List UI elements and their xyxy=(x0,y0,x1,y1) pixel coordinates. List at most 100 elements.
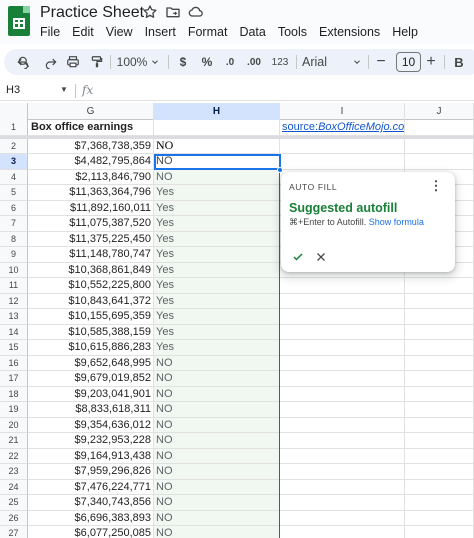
header-cell-g[interactable]: Box office earnings xyxy=(28,120,154,136)
cell-h[interactable]: NO xyxy=(154,154,280,170)
row-number[interactable]: 3 xyxy=(0,154,28,170)
row-number[interactable]: 10 xyxy=(0,262,28,278)
cell-g[interactable]: $7,959,296,826 xyxy=(28,464,154,480)
row-number[interactable]: 8 xyxy=(0,231,28,247)
font-chevron-down-icon[interactable] xyxy=(352,49,362,75)
print-icon[interactable] xyxy=(64,49,82,75)
increase-decimal-button[interactable]: .00 xyxy=(242,49,266,75)
cell-g[interactable]: $9,679,019,852 xyxy=(28,371,154,387)
cell-h[interactable]: NO xyxy=(154,479,280,495)
row-number[interactable]: 9 xyxy=(0,247,28,263)
cell-i[interactable] xyxy=(280,510,405,526)
cell-i[interactable] xyxy=(280,371,405,387)
cell-g[interactable]: $10,368,861,849 xyxy=(28,262,154,278)
cell-j[interactable] xyxy=(405,495,474,511)
row-number[interactable]: 25 xyxy=(0,495,28,511)
row-number[interactable]: 1 xyxy=(0,120,28,136)
cell-i[interactable] xyxy=(280,138,405,154)
cell-h[interactable]: Yes xyxy=(154,200,280,216)
cell-h[interactable]: Yes xyxy=(154,216,280,232)
cell-h[interactable]: Yes xyxy=(154,340,280,356)
number-format-button[interactable]: 123 xyxy=(270,49,290,75)
accept-autofill-button[interactable] xyxy=(289,248,307,266)
row-number[interactable]: 17 xyxy=(0,371,28,387)
font-family-select[interactable]: Arial xyxy=(302,49,336,75)
row-number[interactable]: 2 xyxy=(0,138,28,154)
row-number[interactable]: 4 xyxy=(0,169,28,185)
cell-i[interactable] xyxy=(280,324,405,340)
cell-j[interactable] xyxy=(405,510,474,526)
row-number[interactable]: 16 xyxy=(0,355,28,371)
name-box-dropdown-icon[interactable]: ▼ xyxy=(60,85,68,94)
zoom-select[interactable]: 100% xyxy=(114,49,150,75)
column-header-h[interactable]: H xyxy=(154,103,280,120)
row-number[interactable]: 22 xyxy=(0,448,28,464)
row-number[interactable]: 23 xyxy=(0,464,28,480)
cell-h[interactable]: Yes xyxy=(154,293,280,309)
move-to-folder-icon[interactable] xyxy=(164,3,182,21)
cell-i[interactable] xyxy=(280,464,405,480)
row-number[interactable]: 14 xyxy=(0,324,28,340)
cell-i[interactable] xyxy=(280,278,405,294)
menu-file[interactable]: File xyxy=(40,25,60,41)
row-number[interactable]: 15 xyxy=(0,340,28,356)
currency-format-button[interactable]: $ xyxy=(176,49,190,75)
cell-h[interactable]: NO xyxy=(154,510,280,526)
row-number[interactable]: 12 xyxy=(0,293,28,309)
cell-g[interactable]: $11,075,387,520 xyxy=(28,216,154,232)
cell-i[interactable] xyxy=(280,293,405,309)
cell-g[interactable]: $9,164,913,438 xyxy=(28,448,154,464)
row-number[interactable]: 11 xyxy=(0,278,28,294)
cell-j[interactable] xyxy=(405,464,474,480)
cloud-status-icon[interactable] xyxy=(187,3,205,21)
menu-edit[interactable]: Edit xyxy=(72,25,94,41)
menu-data[interactable]: Data xyxy=(239,25,265,41)
cell-i[interactable] xyxy=(280,433,405,449)
cell-i[interactable] xyxy=(280,495,405,511)
cell-h[interactable]: NO xyxy=(154,433,280,449)
bold-button[interactable]: B xyxy=(452,49,466,75)
cell-h[interactable]: NO xyxy=(154,464,280,480)
row-number[interactable]: 5 xyxy=(0,185,28,201)
cell-j[interactable] xyxy=(405,340,474,356)
row-number[interactable]: 26 xyxy=(0,510,28,526)
cell-h[interactable]: Yes xyxy=(154,247,280,263)
cell-j[interactable] xyxy=(405,293,474,309)
cell-i[interactable] xyxy=(280,479,405,495)
row-number[interactable]: 27 xyxy=(0,526,28,538)
menu-view[interactable]: View xyxy=(106,25,133,41)
decrease-font-size-button[interactable]: − xyxy=(374,49,388,75)
cell-h[interactable]: Yes xyxy=(154,185,280,201)
cell-g[interactable]: $8,833,618,311 xyxy=(28,402,154,418)
undo-icon[interactable] xyxy=(14,49,32,75)
cell-g[interactable]: $10,615,886,283 xyxy=(28,340,154,356)
more-options-icon[interactable]: ⋮ xyxy=(429,178,443,194)
cell-h[interactable]: NO xyxy=(154,495,280,511)
cell-j[interactable] xyxy=(405,386,474,402)
cell-j[interactable] xyxy=(405,138,474,154)
select-all-corner[interactable] xyxy=(0,103,28,120)
menu-format[interactable]: Format xyxy=(188,25,228,41)
row-number[interactable]: 7 xyxy=(0,216,28,232)
zoom-chevron-down-icon[interactable] xyxy=(150,49,160,75)
row-number[interactable]: 18 xyxy=(0,386,28,402)
cell-g[interactable]: $4,482,795,864 xyxy=(28,154,154,170)
cell-h[interactable]: NO xyxy=(154,169,280,185)
menu-help[interactable]: Help xyxy=(392,25,418,41)
menu-extensions[interactable]: Extensions xyxy=(319,25,380,41)
cell-j[interactable] xyxy=(405,433,474,449)
frozen-row-divider[interactable] xyxy=(0,136,474,139)
row-number[interactable]: 20 xyxy=(0,417,28,433)
column-header-i[interactable]: I xyxy=(280,103,405,120)
redo-icon[interactable] xyxy=(42,49,60,75)
cell-h[interactable]: NO xyxy=(154,402,280,418)
document-title[interactable]: Practice Sheet xyxy=(40,4,144,22)
cell-i[interactable] xyxy=(280,448,405,464)
percent-format-button[interactable]: % xyxy=(200,49,214,75)
cell-j[interactable] xyxy=(405,324,474,340)
cell-i[interactable] xyxy=(280,309,405,325)
cell-h[interactable]: NO xyxy=(154,371,280,387)
increase-font-size-button[interactable]: + xyxy=(424,49,438,75)
decrease-decimal-button[interactable]: .0 xyxy=(220,49,240,75)
cell-h[interactable]: NO xyxy=(154,138,280,154)
